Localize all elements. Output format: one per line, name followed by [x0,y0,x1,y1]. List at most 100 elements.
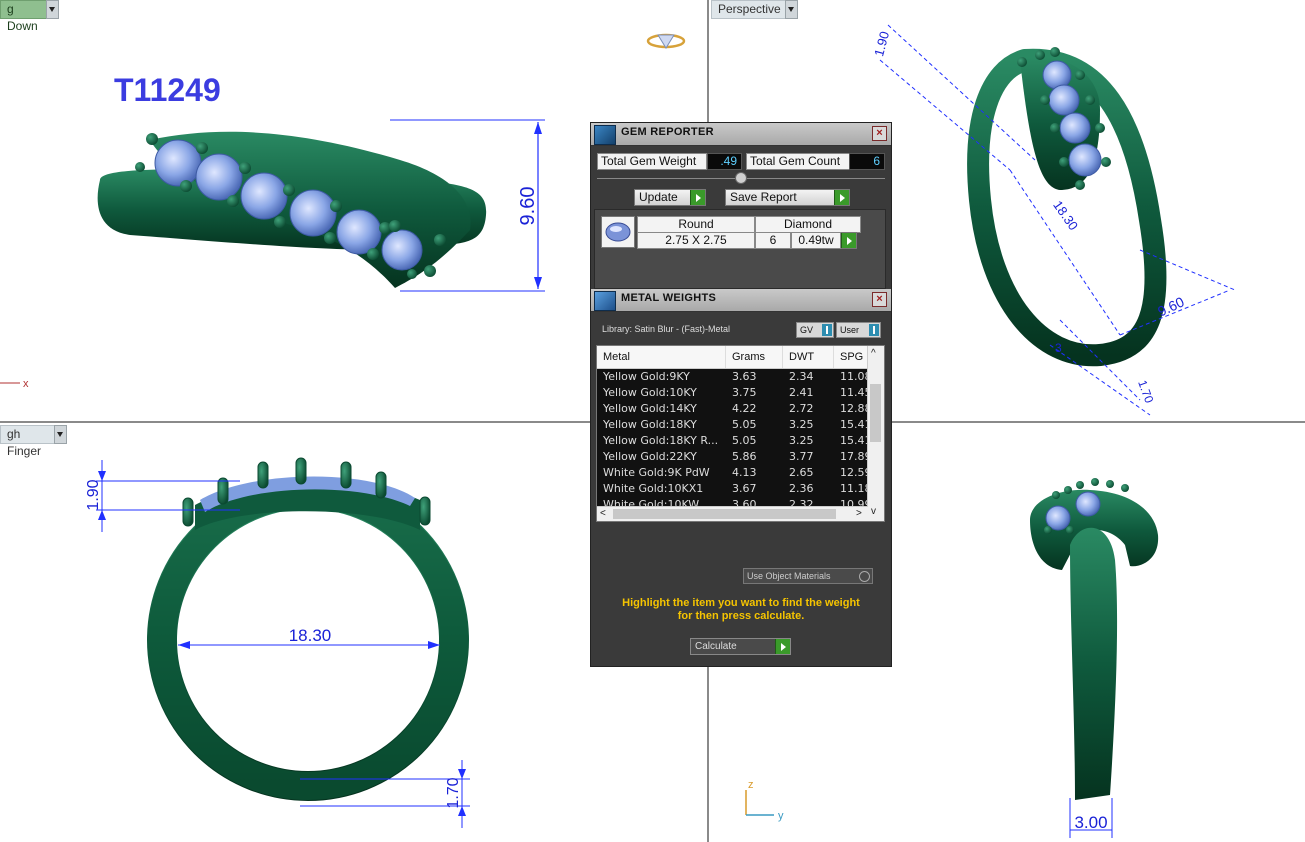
table-row[interactable]: Yellow Gold:18KY 5.05 3.25 15.41 [597,417,868,433]
toggle-icon [869,324,879,336]
table-row[interactable]: Yellow Gold:10KY 3.75 2.41 11.45 [597,385,868,401]
radio-icon [859,571,870,582]
table-header: Metal Grams DWT SPG [597,346,884,369]
dimension-persp-top: 1.90 [871,30,892,58]
table-row[interactable]: Yellow Gold:14KY 4.22 2.72 12.88 [597,401,868,417]
table-cell: 2.34 [789,370,814,383]
axis-x-label: x [23,378,29,390]
table-row[interactable]: White Gold:10KX1 3.67 2.36 11.18 [597,481,868,497]
gv-toggle-label: GV [800,325,814,335]
close-icon[interactable]: × [872,126,887,141]
table-cell: Yellow Gold:22KY [603,450,697,463]
gem-reporter-panel: GEM REPORTER × Total Gem Weight .49 Tota… [590,122,892,667]
table-cell: 2.72 [789,402,814,415]
table-cell: 3.25 [789,434,814,447]
table-row[interactable]: Yellow Gold:9KY 3.63 2.34 11.08 [597,369,868,385]
gem-thumbnail[interactable] [601,216,635,248]
table-cell: 4.13 [732,466,757,479]
diamond-icon [605,222,631,242]
table-cell: 3.25 [789,418,814,431]
gem-detail-button[interactable] [841,232,857,249]
update-button[interactable]: Update [634,189,706,206]
table-cell: 2.65 [789,466,814,479]
hint-line-2: for then press calculate. [677,610,805,622]
table-cell: Yellow Gold:18KY [603,418,697,431]
table-cell: 3.63 [732,370,757,383]
column-header[interactable]: Metal [597,346,726,368]
table-cell: 5.05 [732,434,757,447]
ring-profile-view: 3.00 [1030,478,1159,838]
metal-weights-table: Metal Grams DWT SPG Yellow Gold:9KY 3.63 2… [596,345,885,522]
save-report-button[interactable]: Save Report [725,189,850,206]
table-cell: White Gold:9K PdW [603,466,710,479]
user-toggle-label: User [840,325,860,335]
column-header[interactable]: SPG [834,346,868,368]
table-cell: Yellow Gold:14KY [603,402,697,415]
table-cell: 11.45 [840,386,868,399]
horizontal-scrollbar[interactable]: < > [597,506,868,521]
scroll-right-icon[interactable]: > [856,508,862,520]
collapse-icon[interactable] [735,172,747,184]
gv-toggle[interactable]: GV [796,322,834,338]
scroll-left-icon[interactable]: < [600,508,606,520]
table-row[interactable]: Yellow Gold:18KY R... 5.05 3.25 15.41 [597,433,868,449]
table-row[interactable]: White Gold:9K PdW 4.13 2.65 12.59 [597,465,868,481]
table-cell: Yellow Gold:10KY [603,386,697,399]
play-icon [775,639,790,654]
use-object-materials-toggle[interactable]: Use Object Materials [743,568,873,584]
table-cell: 15.41 [840,434,868,447]
dimension-diameter: 18.30 [289,626,332,645]
gem-type-header: Diamond [755,216,861,233]
scroll-thumb[interactable] [870,384,881,442]
ring-perspective-view: 1.90 18.30 9.60 3 1.70 [871,24,1236,416]
play-icon [690,190,705,205]
calculate-button[interactable]: Calculate [690,638,791,655]
gem-size: 2.75 X 2.75 [637,232,755,249]
total-gem-count-label: Total Gem Count [746,153,850,170]
gem-reporter-header: GEM REPORTER × [591,123,891,146]
model-label: T11249 [114,72,221,108]
column-header[interactable]: DWT [783,346,834,368]
table-cell: 4.22 [732,402,757,415]
table-cell: Yellow Gold:18KY R... [603,434,719,447]
scroll-up-icon[interactable]: ^ [871,348,876,360]
close-icon[interactable]: × [872,292,887,307]
use-object-materials-label: Use Object Materials [747,571,831,581]
table-cell: White Gold:10KX1 [603,482,704,495]
total-gem-weight-label: Total Gem Weight [597,153,707,170]
gem-count: 6 [755,232,791,249]
gem-reporter-title: GEM REPORTER [621,126,714,138]
metal-weights-logo-icon [594,291,616,311]
metal-weights-title: METAL WEIGHTS [621,292,717,304]
play-icon [841,233,856,248]
hint-line-1: Highlight the item you want to find the … [622,597,860,609]
ring-logo-icon [646,33,686,49]
svg-text:z: z [748,779,754,791]
table-cell: 2.36 [789,482,814,495]
user-toggle[interactable]: User [836,322,881,338]
axis-gizmo-icon: z y [745,779,784,822]
total-gem-count-value: 6 [849,153,885,170]
dimension-bottom: 1.70 [445,777,462,808]
dimension-persp-small2: 1.70 [1135,378,1156,405]
scroll-thumb[interactable] [613,509,836,519]
table-cell: 5.86 [732,450,757,463]
dimension-shank: 3.00 [1074,813,1107,832]
table-cell: 5.05 [732,418,757,431]
gem-shape-header: Round [637,216,755,233]
gem-weight: 0.49tw [791,232,841,249]
save-report-label: Save Report [730,190,797,204]
ring-side-view: 9.60 [97,119,545,292]
gem-reporter-logo-icon [594,125,616,145]
toggle-icon [822,324,832,336]
table-row[interactable]: Yellow Gold:22KY 5.86 3.77 17.89 [597,449,868,465]
table-cell: 15.41 [840,418,868,431]
table-cell: 3.67 [732,482,757,495]
scroll-down-icon[interactable]: v [871,506,876,518]
library-label: Library: Satin Blur - (Fast)-Metal [602,324,731,334]
svg-text:y: y [778,810,784,822]
table-cell: 3.77 [789,450,814,463]
column-header[interactable]: Grams [726,346,783,368]
vertical-scrollbar[interactable]: ^ v [867,346,884,521]
ring-front-view: 1.90 18.30 1.70 [85,457,470,828]
